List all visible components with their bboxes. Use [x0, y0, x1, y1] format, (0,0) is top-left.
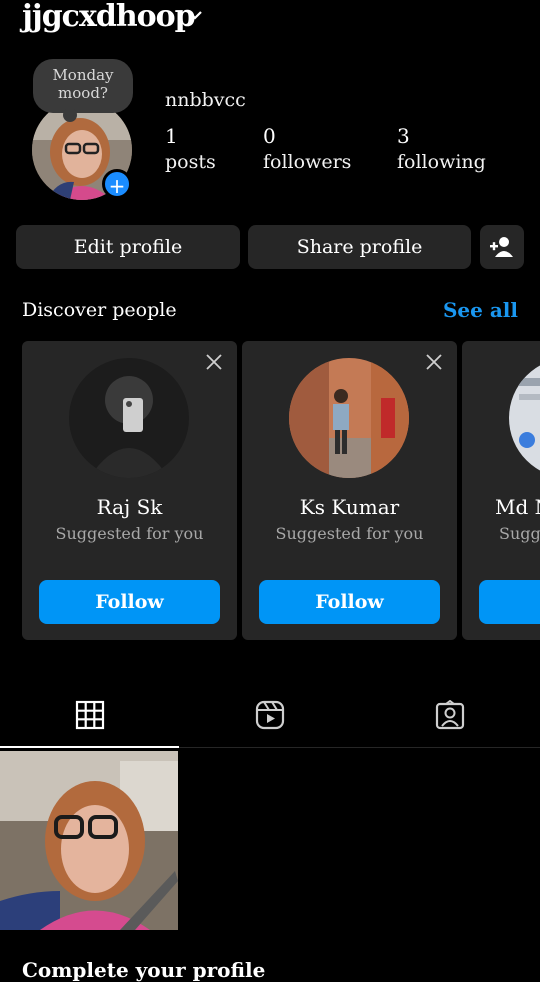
suggestion-subtitle: Sugge [499, 524, 540, 543]
close-icon[interactable] [425, 353, 443, 371]
see-all-link[interactable]: See all [443, 298, 518, 322]
share-profile-button[interactable]: Share profile [248, 225, 471, 269]
add-story-icon[interactable]: + [102, 169, 132, 199]
suggestion-avatar[interactable] [69, 358, 189, 478]
suggestion-avatar[interactable] [509, 358, 540, 478]
follow-button[interactable]: Follow [259, 580, 440, 624]
reels-icon[interactable] [255, 700, 285, 730]
grid-icon[interactable] [75, 700, 105, 730]
suggestion-name[interactable]: Ks Kumar [242, 495, 457, 519]
discover-people-button[interactable] [480, 225, 524, 269]
post-thumbnail[interactable] [0, 751, 178, 930]
suggestion-card[interactable]: Ks Kumar Suggested for you Follow [242, 341, 457, 640]
suggestion-name[interactable]: Raj Sk [22, 495, 237, 519]
profile-username[interactable]: jjgcxdhoop [22, 0, 196, 34]
followers-label[interactable]: followers [263, 151, 351, 173]
active-tab-indicator [0, 746, 179, 748]
suggestion-card[interactable]: Md N Sugge F [462, 341, 540, 640]
add-person-icon [490, 237, 513, 257]
suggestion-card[interactable]: Raj Sk Suggested for you Follow [22, 341, 237, 640]
suggestion-avatar[interactable] [289, 358, 409, 478]
following-label[interactable]: following [397, 151, 486, 173]
note-bubble-tail [63, 108, 77, 122]
chevron-down-icon[interactable] [186, 6, 204, 24]
discover-title: Discover people [22, 299, 177, 321]
followers-count[interactable]: 0 [263, 124, 276, 148]
complete-profile-heading: Complete your profile [22, 958, 266, 982]
posts-label[interactable]: posts [165, 151, 216, 173]
edit-profile-button[interactable]: Edit profile [16, 225, 240, 269]
tagged-icon[interactable] [435, 700, 465, 730]
follow-button[interactable]: F [479, 580, 540, 624]
suggestion-subtitle: Suggested for you [55, 524, 204, 543]
suggestion-subtitle: Suggested for you [275, 524, 424, 543]
following-count[interactable]: 3 [397, 124, 410, 148]
posts-count[interactable]: 1 [165, 124, 178, 148]
follow-button[interactable]: Follow [39, 580, 220, 624]
profile-full-name: nnbbvcc [165, 89, 246, 111]
suggestion-name[interactable]: Md N [462, 495, 540, 519]
note-bubble[interactable]: Monday mood? [33, 59, 133, 113]
close-icon[interactable] [205, 353, 223, 371]
